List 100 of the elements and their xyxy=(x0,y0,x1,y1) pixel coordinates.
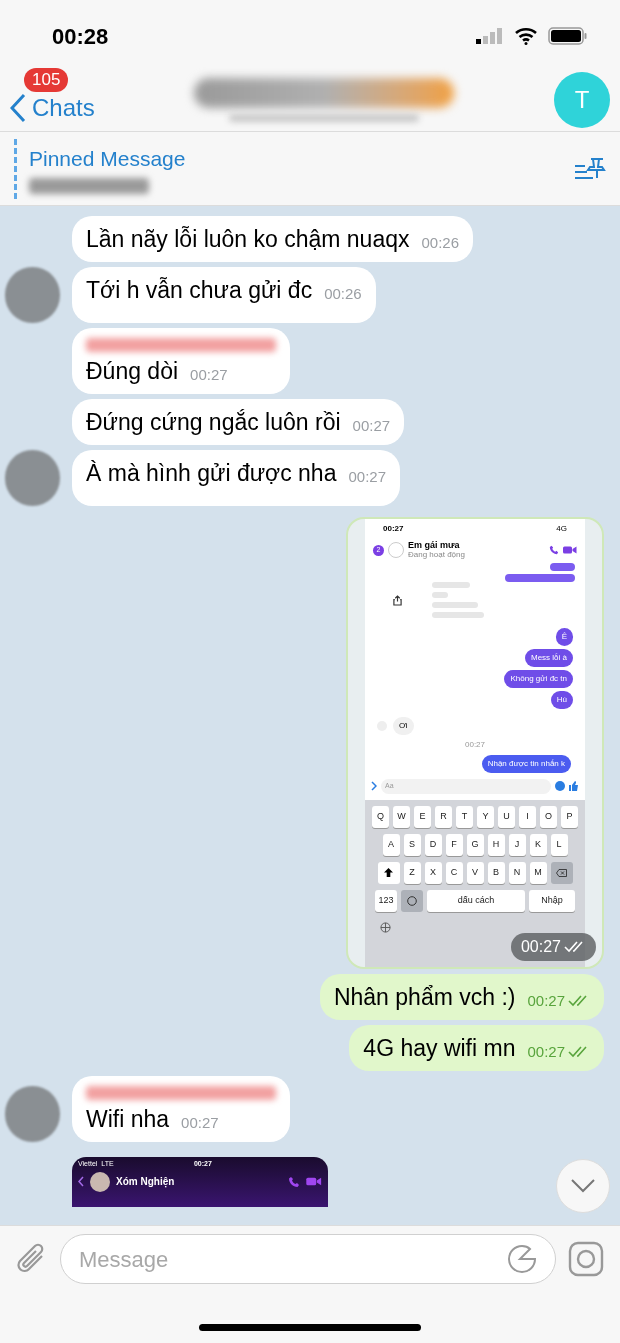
contact-name: Em gái mưa xyxy=(408,541,461,550)
message-time: 00:27 xyxy=(527,990,565,1011)
keyboard-key[interactable]: Z xyxy=(403,861,421,884)
chat-timestamp: 00:27 xyxy=(465,739,485,751)
emoji-icon[interactable] xyxy=(555,781,565,792)
backspace-icon xyxy=(556,868,567,877)
message-time: 00:27 xyxy=(348,466,386,487)
chevron-left-icon[interactable] xyxy=(78,1176,84,1187)
chevron-right-icon[interactable] xyxy=(371,781,377,792)
keyboard-key[interactable]: Y xyxy=(477,805,494,828)
shot-network: 4G xyxy=(556,523,567,535)
message-text: Nhân phẩm vch :) xyxy=(333,983,516,1012)
keyboard-key[interactable]: N xyxy=(508,861,526,884)
keyboard-key[interactable]: H xyxy=(487,833,505,856)
double-check-icon xyxy=(564,941,586,953)
message-text: Wifi nha xyxy=(86,1105,170,1134)
video-icon[interactable] xyxy=(306,1176,322,1187)
pinned-title: Pinned Message xyxy=(29,145,187,172)
phone-icon[interactable] xyxy=(549,545,559,555)
smiley-icon xyxy=(407,895,417,906)
keyboard-key[interactable]: B xyxy=(487,861,505,884)
phone-icon[interactable] xyxy=(288,1175,300,1188)
avatar[interactable] xyxy=(5,1086,60,1142)
keyboard-key[interactable]: U xyxy=(498,805,515,828)
keyboard-key[interactable]: K xyxy=(529,833,547,856)
wifi-icon xyxy=(514,27,538,45)
message-text-input: Message xyxy=(79,1242,507,1276)
keyboard-key[interactable]: M xyxy=(529,861,547,884)
message-time: 00:27 xyxy=(181,1112,219,1133)
sent-message: Hù xyxy=(550,691,573,709)
double-check-icon xyxy=(568,1045,590,1058)
sent-message: Không gửi đc tn xyxy=(504,670,573,688)
keyboard-key[interactable]: dấu cách xyxy=(427,889,525,912)
keyboard-key[interactable]: J xyxy=(508,833,526,856)
keyboard-key[interactable]: 123 xyxy=(375,889,397,912)
keyboard-key[interactable]: D xyxy=(424,833,442,856)
double-check-icon xyxy=(568,994,590,1007)
keyboard-key[interactable]: E xyxy=(414,805,431,828)
camera-icon[interactable] xyxy=(568,1241,604,1277)
share-icon[interactable] xyxy=(393,594,402,606)
message-text: Đúng dòi xyxy=(86,357,179,386)
video-icon[interactable] xyxy=(563,545,577,555)
chevron-left-icon xyxy=(10,93,26,123)
blurred-sent-message xyxy=(550,563,575,571)
shot-status-time: 00:27 xyxy=(383,523,404,535)
blurred-received-message xyxy=(432,592,448,598)
emoji-key[interactable] xyxy=(401,889,423,912)
keyboard-key[interactable]: S xyxy=(403,833,421,856)
keyboard-key[interactable]: T xyxy=(456,805,473,828)
keyboard-key[interactable]: G xyxy=(466,833,484,856)
globe-icon[interactable] xyxy=(380,921,391,933)
status-time: 00:28 xyxy=(52,22,109,51)
battery-icon xyxy=(548,26,588,46)
keyboard-key[interactable]: I xyxy=(519,805,536,828)
unread-badge: 105 xyxy=(24,68,69,92)
message-text: À mà hình gửi được nha xyxy=(86,459,337,488)
keyboard-key[interactable]: Q xyxy=(372,805,389,828)
message-text: 4G hay wifi mn xyxy=(363,1034,516,1063)
thumbs-up-icon[interactable] xyxy=(569,781,579,792)
signal-icon xyxy=(476,28,504,44)
keyboard-key[interactable]: A xyxy=(382,833,400,856)
sent-message: Mess lỗi à xyxy=(525,649,573,667)
keyboard-key[interactable]: L xyxy=(550,833,568,856)
keyboard-key[interactable]: P xyxy=(561,805,578,828)
message-text: Lần nãy lỗi luôn ko chậm nuaqx xyxy=(86,225,410,254)
message-time: 00:26 xyxy=(324,283,362,304)
message-time: 00:27 xyxy=(352,415,391,436)
message-time: 00:27 xyxy=(520,937,561,957)
keyboard-key[interactable]: W xyxy=(393,805,410,828)
chevron-down-icon xyxy=(571,1179,595,1193)
sent-message: Nhận được tin nhắn k xyxy=(481,755,571,773)
up-arrow-icon xyxy=(384,868,393,877)
message-time: 00:26 xyxy=(421,232,460,253)
keyboard-key[interactable]: C xyxy=(445,861,463,884)
avatar[interactable] xyxy=(5,267,60,323)
message-time: 00:27 xyxy=(527,1041,565,1062)
delete-key[interactable] xyxy=(550,861,573,884)
keyboard-key[interactable]: X xyxy=(424,861,442,884)
avatar[interactable] xyxy=(5,450,60,506)
blurred-received-message xyxy=(432,602,478,608)
message-text: Đứng cứng ngắc luôn rồi xyxy=(86,408,341,437)
shift-key[interactable] xyxy=(377,861,400,884)
message-input[interactable]: Message xyxy=(60,1234,556,1284)
contact-status: Đang hoạt động xyxy=(408,550,465,559)
back-button[interactable]: Chats xyxy=(10,93,95,123)
keyboard-key[interactable]: R xyxy=(435,805,452,828)
blurred-received-message xyxy=(432,582,470,588)
message-time: 00:27 xyxy=(190,364,228,385)
keyboard-key[interactable]: V xyxy=(466,861,484,884)
blurred-sent-message xyxy=(505,574,575,582)
contact-name: Xóm Nghiện xyxy=(116,1175,175,1189)
blurred-received-message xyxy=(432,612,484,618)
keyboard-key[interactable]: Nhập xyxy=(529,889,575,912)
sent-message: Ê xyxy=(555,628,573,646)
pin-list-icon[interactable] xyxy=(574,156,606,181)
sticker-icon[interactable] xyxy=(507,1244,537,1274)
message-text: Tới h vẫn chưa gửi đc xyxy=(86,276,313,305)
received-message: Ơi xyxy=(393,717,414,735)
keyboard-key[interactable]: F xyxy=(445,833,463,856)
keyboard-key[interactable]: O xyxy=(540,805,557,828)
